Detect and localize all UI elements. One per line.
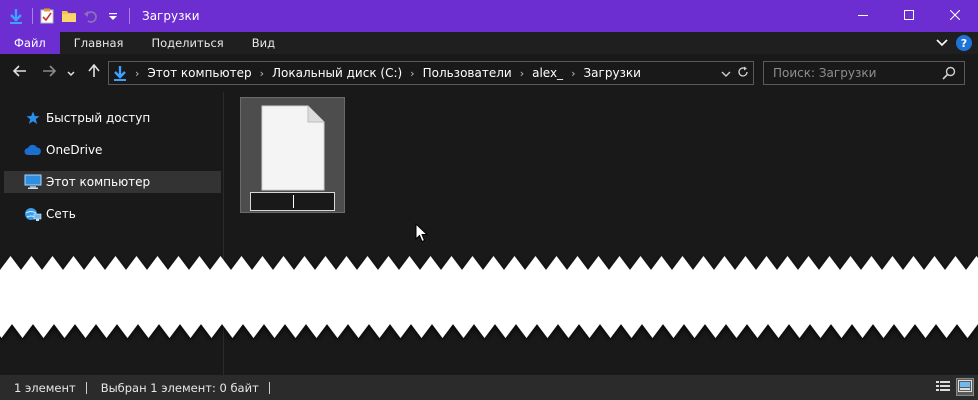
breadcrumb-item-this-pc[interactable]: Этот компьютер <box>147 66 251 80</box>
monitor-icon <box>24 173 42 191</box>
refresh-button[interactable] <box>737 66 749 81</box>
sidebar-item-quick-access[interactable]: Быстрый доступ <box>4 107 221 129</box>
maximize-button[interactable] <box>886 0 932 32</box>
back-button[interactable] <box>9 62 31 84</box>
quick-access-toolbar <box>0 0 136 32</box>
blank-file-icon <box>260 105 326 194</box>
refresh-icon <box>737 66 749 81</box>
toolbar-divider <box>129 8 130 24</box>
arrow-up-icon <box>88 63 100 82</box>
close-icon <box>949 9 961 23</box>
item-count: 1 элемент <box>14 380 76 395</box>
file-item[interactable] <box>240 97 345 213</box>
mouse-pointer-icon <box>415 222 429 246</box>
chevron-down-icon <box>67 65 75 81</box>
chevron-right-icon[interactable]: › <box>410 67 414 80</box>
close-button[interactable] <box>932 0 978 32</box>
star-icon <box>24 109 42 127</box>
help-button[interactable]: ? <box>956 35 972 51</box>
breadcrumb-item-downloads[interactable]: Загрузки <box>583 66 641 80</box>
chevron-right-icon[interactable]: › <box>571 67 575 80</box>
window-title: Загрузки <box>142 9 200 23</box>
address-tools <box>721 62 749 84</box>
maximize-icon <box>904 9 914 23</box>
sidebar-item-label: Этот компьютер <box>46 175 151 189</box>
navigation-bar: › Этот компьютер › Локальный диск (C:) ›… <box>0 54 978 92</box>
tab-home[interactable]: Главная <box>60 32 138 54</box>
search-input[interactable]: Поиск: Загрузки <box>764 66 876 80</box>
chevron-down-icon <box>936 36 948 50</box>
download-arrow-icon[interactable] <box>8 8 24 24</box>
status-divider <box>268 381 270 394</box>
chevron-right-icon: › <box>135 66 140 80</box>
undo-icon[interactable] <box>83 8 99 24</box>
search-box[interactable]: Поиск: Загрузки <box>763 61 965 85</box>
breadcrumb: › Этот компьютер › Локальный диск (C:) ›… <box>127 66 641 80</box>
details-view-icon <box>936 380 950 395</box>
new-folder-icon[interactable] <box>61 8 77 24</box>
details-view-button[interactable] <box>934 378 952 396</box>
selection-info: Выбран 1 элемент: 0 байт <box>100 380 259 395</box>
tab-view[interactable]: Вид <box>238 32 289 54</box>
network-icon <box>24 205 42 223</box>
recent-locations-button[interactable] <box>63 62 79 84</box>
arrow-left-icon <box>12 65 27 81</box>
breadcrumb-item-local-disk[interactable]: Локальный диск (C:) <box>272 66 402 80</box>
ribbon-tabs: Файл Главная Поделиться Вид ? <box>0 32 978 54</box>
title-bar: Загрузки <box>0 0 978 32</box>
search-icon <box>942 66 956 83</box>
up-button[interactable] <box>83 62 105 84</box>
expand-ribbon-button[interactable] <box>936 36 948 50</box>
address-bar[interactable]: › Этот компьютер › Локальный диск (C:) ›… <box>108 61 754 85</box>
breadcrumb-item-user[interactable]: alex_ <box>532 66 563 80</box>
sidebar-item-network[interactable]: Сеть <box>4 203 221 225</box>
window-controls <box>840 0 978 32</box>
tab-file[interactable]: Файл <box>0 32 60 54</box>
arrow-right-icon <box>42 65 57 81</box>
sidebar-item-onedrive[interactable]: OneDrive <box>4 139 221 161</box>
torn-paper-overlay <box>0 256 978 338</box>
ribbon-right-controls: ? <box>936 32 972 54</box>
download-folder-icon <box>113 65 127 81</box>
status-bar: 1 элемент Выбран 1 элемент: 0 байт <box>0 375 978 400</box>
sidebar-item-label: Сеть <box>46 207 76 221</box>
customize-dropdown-icon[interactable] <box>105 8 121 24</box>
chevron-right-icon[interactable]: › <box>520 67 524 80</box>
minimize-button[interactable] <box>840 0 886 32</box>
large-icons-view-button[interactable] <box>956 378 974 396</box>
cloud-icon <box>24 141 42 159</box>
tab-share[interactable]: Поделиться <box>137 32 237 54</box>
large-icons-view-icon <box>958 379 972 395</box>
view-switcher <box>934 378 974 396</box>
minimize-icon <box>858 9 868 23</box>
rename-input[interactable] <box>250 192 335 211</box>
chevron-right-icon[interactable]: › <box>260 67 264 80</box>
explorer-window: Загрузки Файл Главная Поделиться Вид ? ›… <box>0 0 978 400</box>
properties-icon[interactable] <box>39 8 55 24</box>
sidebar-item-label: Быстрый доступ <box>46 111 151 125</box>
address-history-button[interactable] <box>721 66 731 80</box>
forward-button[interactable] <box>38 62 60 84</box>
text-caret <box>293 195 294 208</box>
sidebar-item-label: OneDrive <box>46 143 103 157</box>
toolbar-divider <box>32 8 33 24</box>
chevron-down-icon <box>721 66 731 80</box>
breadcrumb-item-users[interactable]: Пользователи <box>423 66 512 80</box>
sidebar-item-this-pc[interactable]: Этот компьютер <box>4 171 221 193</box>
